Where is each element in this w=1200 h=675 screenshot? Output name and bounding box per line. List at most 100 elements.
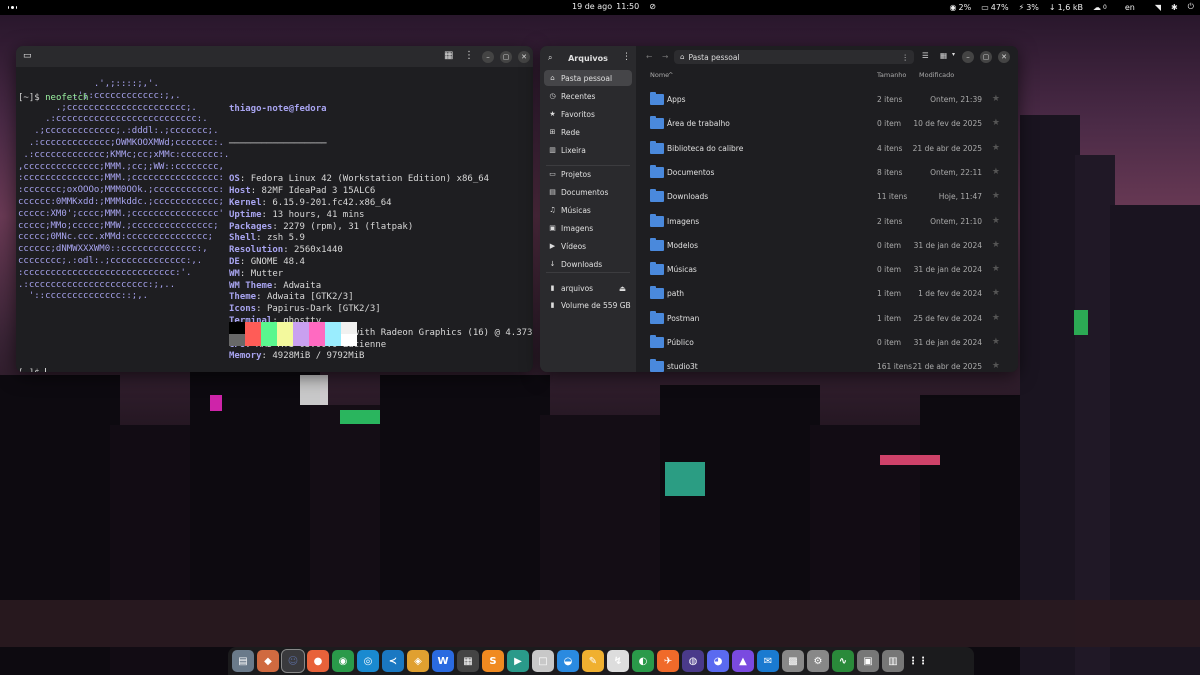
star-icon[interactable]: ★ [992,167,1000,177]
path-menu-icon[interactable]: ⋮ [902,53,910,62]
sidebar-item[interactable]: ▶ Vídeos [544,238,632,254]
sidebar-item[interactable]: ⌂ Pasta pessoal [544,70,632,86]
sidebar-menu-icon[interactable]: ⋮ [622,52,631,62]
sidebar-item[interactable]: ★ Favoritos [544,106,632,122]
sidebar-item[interactable]: ▥ Lixeira [544,142,632,158]
star-icon[interactable]: ★ [992,337,1000,347]
calculator-icon[interactable]: ▩ [782,650,804,672]
file-row[interactable]: Biblioteca do calibre 4 itens 21 de abr de… [636,137,1018,161]
eject-icon[interactable]: ⏏ [619,284,626,293]
sidebar-item[interactable]: ⊞ Rede [544,124,632,140]
file-row[interactable]: Área de trabalho 0 item 10 de fev de 2025 ★ [636,112,1018,136]
file-row[interactable]: studio3t 161 itens 21 de abr de 2025 ★ [636,355,1018,372]
col-modified[interactable]: Modificado [919,71,954,79]
star-icon[interactable]: ★ [992,288,1000,298]
firefox-icon[interactable]: ● [307,650,329,672]
trash-icon[interactable]: ▥ [882,650,904,672]
files-window[interactable]: Arquivos ⌕ ⋮ ⌂ Pasta pessoal ◷ Recentes ★ Fav… [540,46,1018,372]
file-row[interactable]: Downloads 11 itens Hoje, 11:47 ★ [636,185,1018,209]
maximize-button[interactable]: ▢ [500,51,512,63]
software-icon[interactable]: ◆ [257,650,279,672]
close-button[interactable]: ✕ [518,51,530,63]
view-toggle-icon[interactable]: ☰ [922,51,929,60]
minimize-button[interactable]: – [482,51,494,63]
boxes-icon[interactable]: ◈ [407,650,429,672]
back-icon[interactable]: ← [646,52,652,61]
monitor-icon[interactable]: ∿ [832,650,854,672]
maximize-button[interactable]: ▢ [980,51,992,63]
clock[interactable]: 19 de ago 11:50 ⊘ [572,2,656,11]
unknown-app-icon[interactable]: ↯ [607,650,629,672]
path-bar[interactable]: ⌂ Pasta pessoal ⋮ [674,50,914,64]
thunderbird-icon[interactable]: ✉ [757,650,779,672]
file-row[interactable]: Modelos 0 item 31 de jan de 2024 ★ [636,234,1018,258]
mem-indicator[interactable]: ⚡ 3% [1019,3,1039,12]
postman-icon[interactable]: ✈ [657,650,679,672]
sublime-icon[interactable]: S [482,650,504,672]
vscode-icon[interactable]: ≺ [382,650,404,672]
terminal-header[interactable]: ▭ ▦ ⋮ – ▢ ✕ [16,46,533,67]
ghostty-icon[interactable]: ☺ [281,649,305,673]
star-icon[interactable]: ★ [992,361,1000,371]
docker-icon[interactable]: ◒ [557,650,579,672]
file-row[interactable]: Documentos 8 itens Ontem, 22:11 ★ [636,161,1018,185]
scanner-icon[interactable]: ▣ [857,650,879,672]
search-icon[interactable]: ⌕ [548,53,552,63]
proton-icon[interactable]: ▲ [732,650,754,672]
battery-indicator[interactable]: ▭ 47% [981,3,1008,12]
sidebar-item[interactable]: ♫ Músicas [544,202,632,218]
file-row[interactable]: Apps 2 itens Ontem, 21:39 ★ [636,88,1018,112]
star-icon[interactable]: ★ [992,94,1000,104]
close-button[interactable]: ✕ [998,51,1010,63]
settings-icon[interactable]: ⚙ [807,650,829,672]
discord-icon[interactable]: ◕ [707,650,729,672]
sidebar-item[interactable]: ↓ Downloads [544,256,632,272]
star-icon[interactable]: ★ [992,191,1000,201]
webstorm-icon[interactable]: W [432,650,454,672]
sidebar-item[interactable]: ▮ arquivos ⏏ [544,280,632,296]
lang-indicator[interactable]: en [1125,3,1135,12]
edge-icon[interactable]: ◎ [357,650,379,672]
sidebar-item[interactable]: ▮ Volume de 559 GB [544,297,632,313]
activities-button[interactable] [8,3,17,12]
chevron-down-icon[interactable]: ▾ [952,51,955,58]
terminal-window[interactable]: ▭ ▦ ⋮ – ▢ ✕ [~]$ neofetch .',;::::;,'. .… [16,46,533,372]
menu-icon[interactable]: ⋮ [464,50,474,61]
sidebar-item[interactable]: ▣ Imagens [544,220,632,236]
minimize-button[interactable]: – [962,51,974,63]
wifi-icon[interactable]: ◥ [1155,3,1161,12]
file-row[interactable]: Imagens 2 itens Ontem, 21:10 ★ [636,210,1018,234]
col-size[interactable]: Tamanho [877,71,906,79]
sidebar-item[interactable]: ▭ Projetos [544,166,632,182]
bluetooth-icon[interactable]: ✱ [1171,3,1178,12]
eclipse-icon[interactable]: ◍ [682,650,704,672]
sidebar-item[interactable]: ▤ Documentos [544,184,632,200]
net-indicator[interactable]: ↓ 1,6 kB [1049,3,1083,12]
star-icon[interactable]: ★ [992,143,1000,153]
col-name[interactable]: Nome [650,71,669,79]
terminal-body[interactable]: [~]$ neofetch .',;::::;,'. .';:ccccccccc… [16,67,533,372]
file-row[interactable]: path 1 item 1 de fev de 2024 ★ [636,282,1018,306]
cpu-indicator[interactable]: ◉ 2% [950,3,972,12]
file-row[interactable]: Músicas 0 item 31 de jan de 2024 ★ [636,258,1018,282]
datagrip-icon[interactable]: ▶ [507,650,529,672]
star-icon[interactable]: ★ [992,216,1000,226]
sidebar-item[interactable]: ◷ Recentes [544,88,632,104]
forward-icon[interactable]: → [662,52,668,61]
file-row[interactable]: Postman 1 item 25 de fev de 2024 ★ [636,307,1018,331]
power-icon[interactable]: ⏻ [1188,2,1194,12]
chrome-icon[interactable]: ◉ [332,650,354,672]
package-icon[interactable]: □ [532,650,554,672]
weather-indicator[interactable]: ☁ 0 [1093,3,1107,12]
star-icon[interactable]: ★ [992,118,1000,128]
files-icon[interactable]: ▤ [232,650,254,672]
apps-grid-icon[interactable]: ⋮⋮ [907,650,929,672]
star-icon[interactable]: ★ [992,313,1000,323]
grid-view-icon[interactable]: ▦ [444,50,453,61]
file-row[interactable]: Público 0 item 31 de jan de 2024 ★ [636,331,1018,355]
speedometer-icon[interactable]: ◐ [632,650,654,672]
grid-view-icon[interactable]: ▦ [940,51,947,60]
star-icon[interactable]: ★ [992,240,1000,250]
star-icon[interactable]: ★ [992,264,1000,274]
notes-icon[interactable]: ✎ [582,650,604,672]
